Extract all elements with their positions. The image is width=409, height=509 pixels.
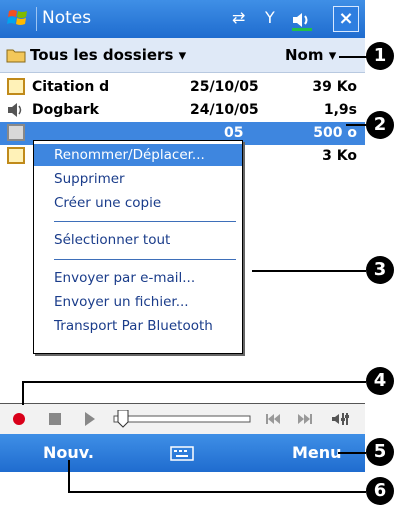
keyboard-icon[interactable] [170,444,194,462]
callout-1: 1 [366,42,394,70]
volume-slider[interactable] [112,410,252,428]
menu-item-label: Créer une copie [54,195,162,211]
menu-item-label: Renommer/Déplacer... [54,147,205,163]
note-icon [7,147,25,164]
file-date: 25/10/05 [190,79,259,95]
play-icon[interactable] [78,408,100,430]
chevron-down-icon: ▾ [328,46,337,64]
sort-label: Nom [285,46,324,64]
recording-toolbar [0,403,365,435]
menu-item-label: Envoyer par e-mail... [54,270,196,286]
pocketpc-screen: Notes ⇄ Y × Tous les dossiers ▾ Nom ▾ Ci… [0,0,365,480]
callout-line-6h [68,491,366,493]
connectivity-icon[interactable]: ⇄ [232,8,245,27]
file-size: 3 Ko [322,148,357,164]
app-title: Notes [42,8,92,28]
title-separator [36,7,37,31]
chevron-down-icon: ▾ [178,46,187,64]
record-icon[interactable] [8,408,30,430]
menu-item-delete[interactable]: Supprimer [34,168,242,190]
menu-divider [54,259,236,260]
menu-item-select-all[interactable]: Sélectionner tout [34,229,242,251]
folder-label: Tous les dossiers [30,46,174,64]
windows-start-icon[interactable] [6,6,30,30]
menu-item-label: Sélectionner tout [54,232,171,248]
sound-icon [8,103,22,117]
callout-line-5 [338,452,366,454]
context-menu: Renommer/Déplacer... Supprimer Créer une… [33,140,243,354]
callout-5: 5 [366,438,394,466]
folder-selector[interactable]: Tous les dossiers ▾ [30,46,186,64]
file-name: Citation d [32,79,110,95]
menu-item-send-email[interactable]: Envoyer par e-mail... [34,267,242,289]
folder-bar: Tous les dossiers ▾ Nom ▾ [0,38,365,73]
note-icon [7,78,25,95]
callout-line-1 [339,56,367,58]
menu-item-label: Transport Par Bluetooth [54,318,213,334]
skip-back-icon[interactable] [262,408,284,430]
callout-line-4v [22,381,24,405]
callout-4: 4 [366,367,394,395]
list-item[interactable]: Citation d 25/10/05 39 Ko [0,76,365,99]
skip-forward-icon[interactable] [294,408,316,430]
callout-line-4h [22,381,366,383]
volume-control-icon[interactable] [330,408,352,430]
file-size: 500 o [313,125,357,141]
file-size: 39 Ko [312,79,357,95]
stop-icon[interactable] [44,408,66,430]
menu-item-bluetooth[interactable]: Transport Par Bluetooth [34,315,242,337]
command-bar: Nouv. Menu [0,434,365,472]
file-name: Dogbark [32,102,99,118]
volume-icon[interactable] [290,8,314,32]
menu-item-send-file[interactable]: Envoyer un fichier... [34,291,242,313]
callout-6: 6 [366,477,394,505]
title-bar: Notes ⇄ Y × [0,0,365,38]
signal-off-icon[interactable]: Y [265,8,275,27]
list-item[interactable]: Dogbark 24/10/05 1,9s [0,99,365,122]
menu-item-label: Supprimer [54,171,125,187]
callout-3: 3 [366,256,394,284]
menu-button[interactable]: Menu [292,443,342,462]
file-date: 24/10/05 [190,102,259,118]
callout-line-6v [68,460,70,492]
file-size: 1,9s [323,102,357,118]
menu-divider [54,221,236,222]
file-date: 05 [224,125,244,141]
callout-2: 2 [366,111,394,139]
folder-icon [6,49,26,63]
sort-selector[interactable]: Nom ▾ [285,46,336,64]
callout-line-3 [252,270,366,272]
close-button[interactable]: × [333,6,359,32]
callout-line-2 [346,124,366,126]
menu-item-label: Envoyer un fichier... [54,294,189,310]
menu-item-rename-move[interactable]: Renommer/Déplacer... [34,144,242,166]
note-icon [7,124,25,141]
menu-item-copy[interactable]: Créer une copie [34,192,242,214]
